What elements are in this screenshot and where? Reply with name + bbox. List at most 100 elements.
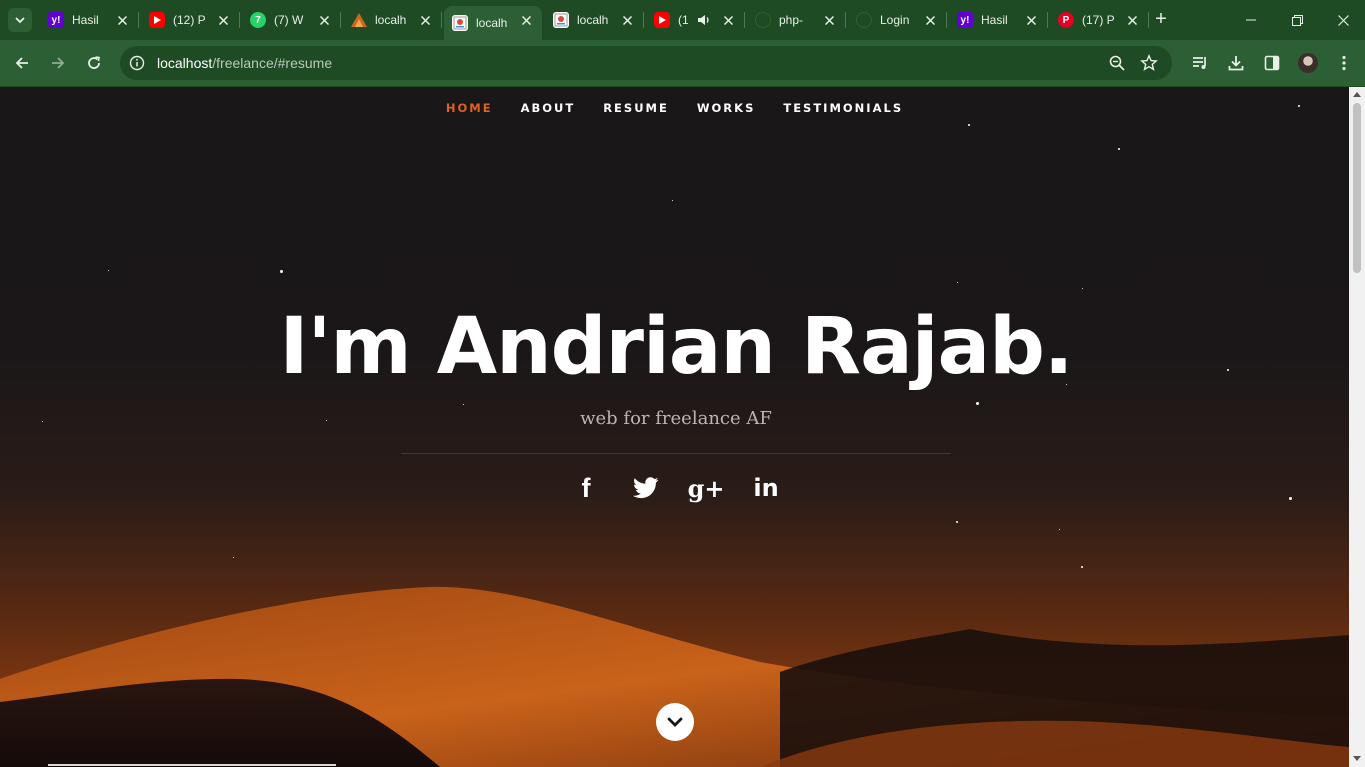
- tab-separator: [340, 12, 341, 28]
- tab-separator: [1148, 12, 1149, 28]
- scroll-up-arrow-icon[interactable]: [1353, 92, 1361, 97]
- browser-tab[interactable]: 7 (7) W: [242, 6, 341, 34]
- reload-button[interactable]: [83, 52, 105, 74]
- tab-separator: [239, 12, 240, 28]
- github-icon: [856, 12, 872, 28]
- chevron-down-icon: [667, 717, 683, 727]
- restore-button[interactable]: [1287, 10, 1307, 30]
- restore-icon: [1291, 14, 1303, 26]
- close-tab-icon[interactable]: [1023, 12, 1039, 28]
- url-host: localhost: [157, 55, 213, 71]
- youtube-icon: [654, 12, 670, 28]
- twitter-link[interactable]: [631, 473, 661, 503]
- hero-subtitle: web for freelance AF: [580, 408, 772, 429]
- browser-tab[interactable]: localh: [545, 6, 644, 34]
- tab-title: Hasil: [981, 13, 1008, 27]
- close-window-button[interactable]: [1333, 10, 1353, 30]
- playlist-icon: [1193, 57, 1206, 69]
- tab-title: localh: [577, 13, 609, 27]
- yahoo-icon: y!: [957, 12, 973, 28]
- close-tab-icon[interactable]: [821, 12, 837, 28]
- yahoo-icon: y!: [48, 12, 64, 28]
- close-tab-icon[interactable]: [316, 12, 332, 28]
- scroll-down-button[interactable]: [656, 703, 694, 741]
- chevron-down-icon: [15, 17, 25, 24]
- tab-search-button[interactable]: [8, 8, 32, 32]
- tab-title: Login: [880, 13, 910, 27]
- page-icon: [452, 15, 468, 31]
- page-viewport: HOME ABOUT RESUME WORKS TESTIMONIALS I'm And…: [0, 87, 1349, 767]
- scroll-down-arrow-icon[interactable]: [1353, 756, 1361, 761]
- twitter-icon: [633, 477, 659, 499]
- nav-link-works[interactable]: WORKS: [683, 99, 770, 117]
- page-icon: [553, 12, 569, 28]
- close-tab-icon[interactable]: [114, 12, 130, 28]
- forward-button[interactable]: [47, 52, 69, 74]
- close-tab-icon[interactable]: [518, 12, 534, 28]
- github-icon: [755, 12, 771, 28]
- xampp-icon: [351, 12, 367, 28]
- close-tab-icon[interactable]: [215, 12, 231, 28]
- tab-separator: [744, 12, 745, 28]
- downloads-button[interactable]: [1225, 52, 1247, 74]
- browser-tab[interactable]: php-: [747, 6, 846, 34]
- google-plus-link[interactable]: g+: [688, 473, 725, 503]
- back-button[interactable]: [11, 52, 33, 74]
- close-tab-icon[interactable]: [720, 12, 736, 28]
- section-indicator: [48, 764, 336, 766]
- linkedin-link[interactable]: in: [751, 473, 781, 503]
- address-bar[interactable]: localhost/freelance/#resume: [120, 46, 1172, 80]
- close-tab-icon[interactable]: [417, 12, 433, 28]
- nav-link-about[interactable]: ABOUT: [507, 99, 590, 117]
- browser-tab[interactable]: (12) P: [141, 6, 240, 34]
- zoom-icon[interactable]: [1108, 54, 1126, 72]
- google-plus-icon: g+: [687, 473, 725, 503]
- speaker-icon[interactable]: [696, 12, 712, 31]
- tab-title: Hasil: [72, 13, 99, 27]
- tab-title: (7) W: [274, 13, 304, 27]
- browser-tab[interactable]: localh: [444, 6, 542, 40]
- close-tab-icon[interactable]: [922, 12, 938, 28]
- nav-link-testimonials[interactable]: TESTIMONIALS: [769, 99, 917, 117]
- arrow-right-icon: [52, 57, 65, 69]
- browser-tab[interactable]: y! Hasil: [949, 6, 1048, 34]
- close-tab-icon[interactable]: [1124, 12, 1140, 28]
- more-vertical-icon: [1342, 55, 1346, 71]
- download-icon: [1228, 56, 1244, 71]
- tab-title: localh: [476, 16, 508, 30]
- minimize-icon: [1246, 19, 1256, 21]
- nav-link-home[interactable]: HOME: [432, 99, 507, 117]
- browser-tab[interactable]: P (17) P: [1050, 6, 1149, 34]
- browser-tab[interactable]: (1: [646, 6, 745, 34]
- arrow-left-icon: [15, 57, 28, 69]
- browser-tab[interactable]: localh: [343, 6, 442, 34]
- browser-tab[interactable]: y! Hasil: [40, 6, 139, 34]
- social-links: f g+ in: [0, 473, 1349, 503]
- tab-separator: [643, 12, 644, 28]
- hero-title: I'm Andrian Rajab.: [279, 302, 1073, 392]
- url-text[interactable]: localhost/freelance/#resume: [157, 55, 332, 71]
- browser-tab[interactable]: Login: [848, 6, 947, 34]
- menu-button[interactable]: [1333, 52, 1355, 74]
- new-tab-button[interactable]: +: [1151, 9, 1171, 30]
- bookmark-star-icon[interactable]: [1140, 54, 1158, 72]
- site-info-icon[interactable]: [129, 55, 145, 71]
- tab-title: localh: [375, 13, 407, 27]
- side-panel-button[interactable]: [1261, 52, 1283, 74]
- tab-separator: [138, 12, 139, 28]
- tab-title: php-: [779, 13, 804, 27]
- whatsapp-icon: 7: [250, 12, 266, 28]
- minimize-button[interactable]: [1241, 10, 1261, 30]
- facebook-link[interactable]: f: [571, 473, 601, 503]
- tab-title: (17) P: [1082, 13, 1115, 27]
- nav-link-resume[interactable]: RESUME: [589, 99, 683, 117]
- url-path: /freelance/#resume: [212, 55, 333, 71]
- avatar: [1298, 53, 1318, 73]
- close-tab-icon[interactable]: [619, 12, 635, 28]
- tab-strip: y! Hasil (12) P 7 (7) W localh localh localh (1 p…: [0, 0, 1365, 40]
- page-scrollbar[interactable]: [1349, 87, 1365, 767]
- scrollbar-thumb[interactable]: [1353, 103, 1361, 273]
- media-control-button[interactable]: [1189, 52, 1211, 74]
- profile-button[interactable]: [1297, 52, 1319, 74]
- tab-separator: [946, 12, 947, 28]
